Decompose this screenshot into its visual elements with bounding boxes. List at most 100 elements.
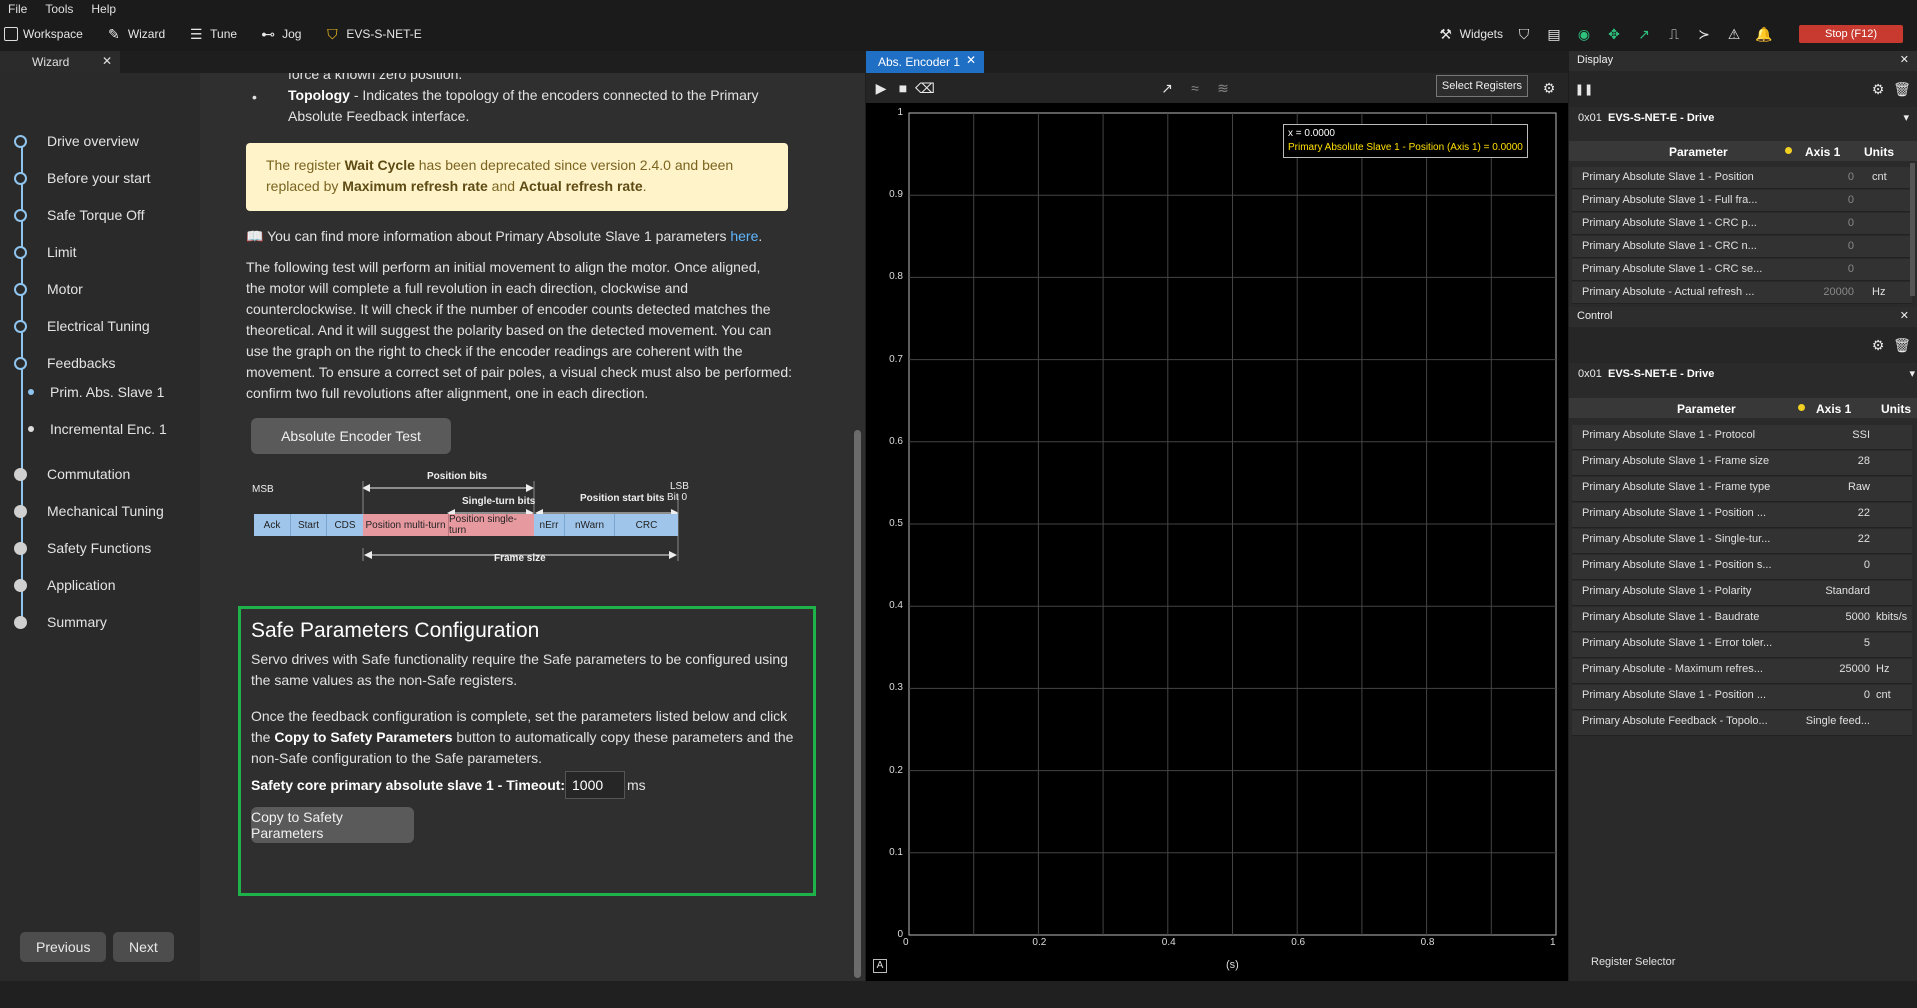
menu-file[interactable]: File	[8, 2, 27, 16]
param-value[interactable]: 28	[1858, 455, 1870, 467]
control-table-row[interactable]: Primary Absolute Slave 1 - Position ... 2…	[1572, 503, 1912, 528]
next-button[interactable]: Next	[113, 932, 174, 962]
step-drive-overview[interactable]: Drive overview	[14, 133, 139, 149]
gear-icon[interactable]: ⚙	[1540, 79, 1558, 97]
param-value[interactable]: Standard	[1825, 585, 1870, 597]
tune-button[interactable]: ☰ Tune	[187, 25, 237, 43]
param-value[interactable]: SSI	[1852, 429, 1870, 441]
gear-icon[interactable]: ⚙	[1869, 80, 1887, 98]
param-value[interactable]: 0	[1864, 559, 1870, 571]
trash-icon[interactable]: 🗑	[1893, 80, 1911, 98]
split-chart-icon[interactable]: ≋	[1214, 79, 1232, 97]
control-drive-row[interactable]: 0x01 EVS-S-NET-E - Drive ▾	[1569, 364, 1917, 386]
line-chart-icon[interactable]: ↗	[1158, 79, 1176, 97]
jog-button[interactable]: ⊷ Jog	[259, 25, 301, 43]
play-icon[interactable]: ▶	[872, 79, 890, 97]
control-table-row[interactable]: Primary Absolute Slave 1 - Baudrate 5000 k…	[1572, 607, 1912, 632]
control-table-row[interactable]: Primary Absolute Slave 1 - Position s...…	[1572, 555, 1912, 580]
display-table-row[interactable]: Primary Absolute Slave 1 - Full fra... 0	[1572, 190, 1912, 212]
display-table-row[interactable]: Primary Absolute - Actual refresh ... 200…	[1572, 282, 1912, 304]
control-table-row[interactable]: Primary Absolute Slave 1 - Frame size 28	[1572, 451, 1912, 476]
pulse-icon[interactable]: ⎍	[1665, 25, 1683, 43]
step-summary[interactable]: Summary	[14, 614, 107, 630]
gear-icon[interactable]: ⚙	[1869, 336, 1887, 354]
param-name: Primary Absolute Slave 1 - Protocol	[1582, 429, 1756, 441]
close-icon[interactable]: ✕	[966, 53, 976, 67]
move-icon[interactable]: ✥	[1605, 25, 1623, 43]
copy-to-safety-button[interactable]: Copy to Safety Parameters	[251, 807, 414, 843]
step-feedbacks[interactable]: Feedbacks	[14, 355, 115, 371]
param-value[interactable]: 0	[1864, 689, 1870, 701]
topology-text-2: Absolute Feedback interface.	[288, 108, 470, 124]
param-value[interactable]: 5000	[1846, 611, 1870, 623]
select-registers-button[interactable]: Select Registers	[1435, 75, 1528, 97]
param-value[interactable]: Raw	[1848, 481, 1870, 493]
step-safety-functions[interactable]: Safety Functions	[14, 540, 151, 556]
control-table-row[interactable]: Primary Absolute Slave 1 - Frame type Raw	[1572, 477, 1912, 502]
widgets-button[interactable]: ⚒ Widgets	[1437, 25, 1503, 43]
control-table-row[interactable]: Primary Absolute Slave 1 - Single-tur...…	[1572, 529, 1912, 554]
step-motor[interactable]: Motor	[14, 281, 83, 297]
trash-icon[interactable]: 🗑	[1893, 336, 1911, 354]
close-icon[interactable]: ✕	[1900, 309, 1909, 322]
display-drive-row[interactable]: 0x01 EVS-S-NET-E - Drive ▾	[1569, 108, 1917, 130]
pause-icon[interactable]: ❚❚	[1575, 80, 1593, 98]
step-incremental-enc[interactable]: Incremental Enc. 1	[28, 421, 167, 437]
workspace-button[interactable]: Workspace	[4, 27, 83, 41]
close-icon[interactable]: ✕	[102, 54, 112, 68]
display-table-row[interactable]: Primary Absolute Slave 1 - Position 0 cnt	[1572, 167, 1912, 189]
step-limit[interactable]: Limit	[14, 244, 77, 260]
control-table-row[interactable]: Primary Absolute Slave 1 - Polarity Stand…	[1572, 581, 1912, 606]
step-prim-abs-slave[interactable]: Prim. Abs. Slave 1	[28, 384, 164, 400]
step-commutation[interactable]: Commutation	[14, 466, 130, 482]
shield-icon[interactable]: ⛉	[1515, 25, 1533, 43]
param-value[interactable]: 22	[1858, 507, 1870, 519]
eye-icon[interactable]: ◉	[1575, 25, 1593, 43]
step-application[interactable]: Application	[14, 577, 116, 593]
display-table-row[interactable]: Primary Absolute Slave 1 - CRC n... 0	[1572, 236, 1912, 258]
chart-icon[interactable]: ↗	[1635, 25, 1653, 43]
table-icon[interactable]: ▤	[1545, 25, 1563, 43]
step-before-start[interactable]: Before your start	[14, 170, 151, 186]
multi-chart-icon[interactable]: ≈	[1186, 79, 1204, 97]
device-button[interactable]: ⛉ EVS-S-NET-E	[323, 25, 422, 43]
warning-icon[interactable]: ⚠	[1725, 25, 1743, 43]
stop-button[interactable]: Stop (F12)	[1799, 25, 1903, 43]
param-value[interactable]: 5	[1864, 637, 1870, 649]
step-electrical-tuning[interactable]: Electrical Tuning	[14, 318, 150, 334]
display-table-row[interactable]: Primary Absolute Slave 1 - CRC se... 0	[1572, 259, 1912, 281]
register-selector-label[interactable]: Register Selector	[1591, 956, 1675, 968]
auto-scale-button[interactable]: A	[873, 959, 887, 973]
tab-abs-encoder[interactable]: Abs. Encoder 1 ✕	[866, 51, 984, 73]
step-safe-torque-off[interactable]: Safe Torque Off	[14, 207, 145, 223]
step-dot	[14, 356, 27, 370]
display-scrollbar[interactable]	[1910, 163, 1915, 296]
menu-help[interactable]: Help	[91, 2, 116, 16]
bell-icon[interactable]: 🔔	[1755, 25, 1773, 43]
terminal-icon[interactable]: ≻	[1695, 25, 1713, 43]
encoder-plot[interactable]	[866, 103, 1568, 981]
info-link[interactable]: here	[730, 228, 758, 244]
wizard-tab[interactable]: Wizard ✕	[0, 51, 120, 73]
wizard-button[interactable]: ✎ Wizard	[105, 25, 165, 43]
step-mechanical-tuning[interactable]: Mechanical Tuning	[14, 503, 164, 519]
stop-icon[interactable]: ■	[894, 79, 912, 97]
chevron-down-icon[interactable]: ▾	[1903, 111, 1909, 124]
menu-tools[interactable]: Tools	[45, 2, 73, 16]
wizard-scroll-thumb[interactable]	[854, 430, 861, 978]
param-value[interactable]: 22	[1858, 533, 1870, 545]
absolute-encoder-test-button[interactable]: Absolute Encoder Test	[251, 418, 451, 454]
timeout-input[interactable]	[565, 771, 625, 799]
chevron-down-icon[interactable]: ▾	[1909, 367, 1915, 380]
eraser-icon[interactable]: ⌫	[915, 79, 935, 97]
control-table-row[interactable]: Primary Absolute Slave 1 - Protocol SSI	[1572, 425, 1912, 450]
control-table-row[interactable]: Primary Absolute Slave 1 - Position ... 0…	[1572, 685, 1912, 710]
control-table-row[interactable]: Primary Absolute Slave 1 - Error toler..…	[1572, 633, 1912, 658]
display-table-row[interactable]: Primary Absolute Slave 1 - CRC p... 0	[1572, 213, 1912, 235]
close-icon[interactable]: ✕	[1900, 53, 1909, 66]
param-value[interactable]: 25000	[1839, 663, 1870, 675]
control-table-row[interactable]: Primary Absolute Feedback - Topolo... Sin…	[1572, 711, 1912, 736]
param-value[interactable]: Single feed...	[1806, 715, 1870, 727]
previous-button[interactable]: Previous	[20, 932, 107, 962]
control-table-row[interactable]: Primary Absolute - Maximum refres... 2500…	[1572, 659, 1912, 684]
